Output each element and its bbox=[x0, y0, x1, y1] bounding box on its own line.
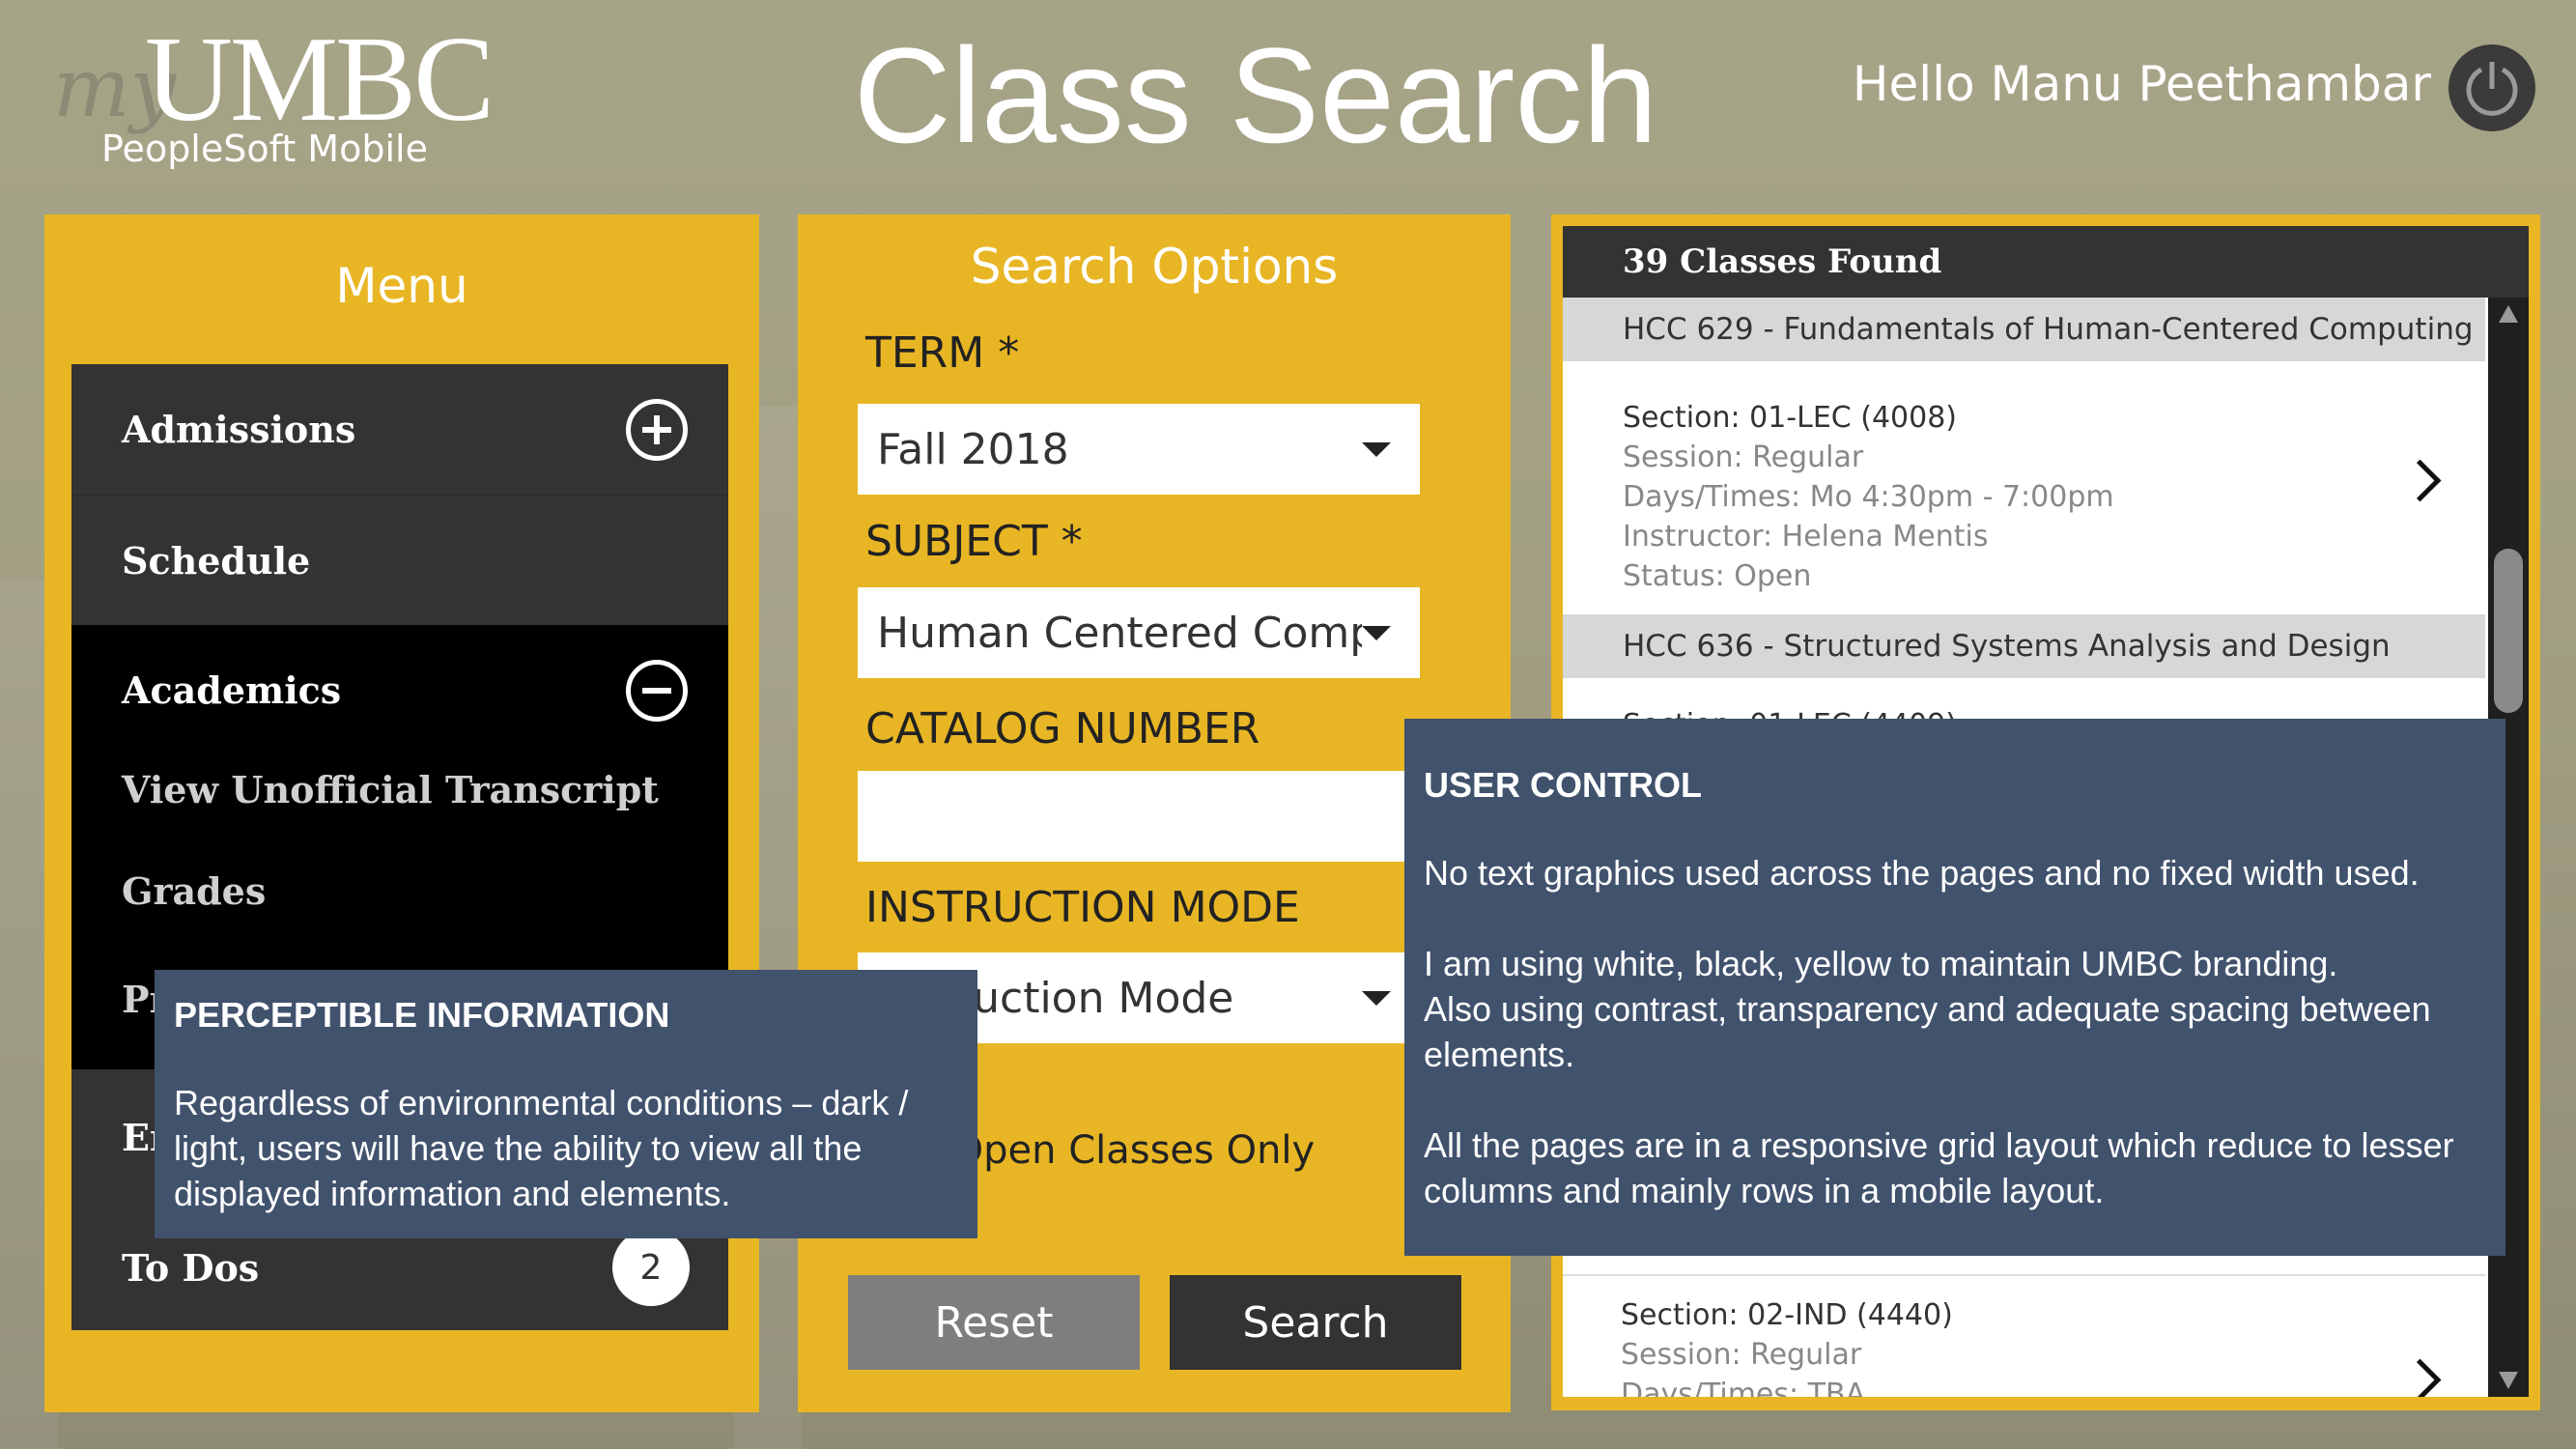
plus-circle-icon[interactable] bbox=[626, 398, 688, 461]
caret-down-icon bbox=[1362, 990, 1391, 1006]
term-select[interactable]: Fall 2018 bbox=[858, 404, 1420, 495]
chevron-right-icon bbox=[2398, 459, 2442, 502]
scroll-up-icon[interactable] bbox=[2499, 305, 2518, 323]
menu-item-label: Academics bbox=[122, 668, 342, 712]
section-title: Section: 01-LEC (4008) bbox=[1623, 401, 1958, 435]
chevron-right-icon bbox=[2398, 1358, 2442, 1397]
menu-item-label: Admissions bbox=[122, 408, 356, 451]
menu-subitem-transcript[interactable]: View Unofficial Transcript bbox=[71, 736, 728, 842]
note-paragraph: I am using white, black, yellow to maint… bbox=[1424, 944, 2338, 983]
term-select-value: Fall 2018 bbox=[877, 424, 1069, 474]
section-instructor: Instructor: Helena Mentis bbox=[1623, 520, 1989, 554]
section-session: Session: Regular bbox=[1623, 440, 1864, 474]
subject-select[interactable]: Human Centered Comp.. bbox=[858, 587, 1420, 678]
menu-item-label: To Dos bbox=[122, 1245, 260, 1290]
note-body: Regardless of environmental conditions –… bbox=[174, 1083, 909, 1213]
minus-circle-icon[interactable] bbox=[626, 659, 688, 722]
section-details: Section: 02-IND (4440) Session: Regular … bbox=[1621, 1295, 1953, 1397]
note-title: PERCEPTIBLE INFORMATION bbox=[174, 995, 670, 1035]
note-paragraph: Also using contrast, transparency and ad… bbox=[1424, 989, 2431, 1074]
subject-label: SUBJECT * bbox=[865, 517, 1083, 566]
menu-item-schedule[interactable]: Schedule bbox=[71, 495, 728, 625]
perceptible-information-note: PERCEPTIBLE INFORMATION Regardless of en… bbox=[155, 970, 977, 1238]
section-row[interactable]: Section: 01-LEC (4008) Session: Regular … bbox=[1563, 361, 2485, 605]
catalog-number-input[interactable] bbox=[858, 771, 1420, 862]
section-details: Section: 01-LEC (4008) Session: Regular … bbox=[1623, 398, 2114, 596]
search-options-title: Search Options bbox=[970, 239, 1339, 295]
menu-item-label: Schedule bbox=[122, 538, 311, 582]
note-title: USER CONTROL bbox=[1424, 765, 1702, 805]
user-control-note: USER CONTROL No text graphics used acros… bbox=[1404, 719, 2505, 1256]
caret-down-icon bbox=[1362, 441, 1391, 457]
caret-down-icon bbox=[1362, 625, 1391, 640]
logout-button[interactable] bbox=[2449, 44, 2535, 131]
todos-count-badge: 2 bbox=[612, 1229, 690, 1306]
search-button[interactable]: Search bbox=[1170, 1275, 1461, 1370]
menu-subitem-grades[interactable]: Grades bbox=[71, 842, 728, 939]
user-greeting: Hello Manu Peethambar bbox=[1852, 56, 2431, 112]
course-header: HCC 629 - Fundamentals of Human-Centered… bbox=[1563, 298, 2485, 361]
note-paragraph: All the pages are in a responsive grid l… bbox=[1424, 1125, 2454, 1210]
menu-item-admissions[interactable]: Admissions bbox=[71, 364, 728, 495]
term-label: TERM * bbox=[865, 328, 1020, 378]
subject-select-value: Human Centered Comp.. bbox=[877, 608, 1362, 658]
menu-subitem-label: Grades bbox=[122, 868, 267, 913]
reset-button[interactable]: Reset bbox=[848, 1275, 1140, 1370]
scrollbar-thumb[interactable] bbox=[2494, 549, 2523, 713]
section-days-times: Days/Times: Mo 4:30pm - 7:00pm bbox=[1623, 480, 2114, 514]
scroll-down-icon[interactable] bbox=[2499, 1372, 2518, 1389]
course-header: HCC 636 - Structured Systems Analysis an… bbox=[1563, 614, 2485, 678]
power-icon bbox=[2466, 62, 2518, 116]
section-title: Section: 02-IND (4440) bbox=[1621, 1298, 1953, 1332]
section-days-times: Days/Times: TBA bbox=[1621, 1378, 1866, 1397]
note-paragraph: No text graphics used across the pages a… bbox=[1424, 853, 2420, 893]
menu-subitem-label: View Unofficial Transcript bbox=[122, 767, 659, 811]
instruction-mode-label: INSTRUCTION MODE bbox=[865, 883, 1300, 932]
results-count: 39 Classes Found bbox=[1563, 226, 2529, 298]
catalog-number-label: CATALOG NUMBER bbox=[865, 704, 1260, 753]
section-row[interactable]: Section: 02-IND (4440) Session: Regular … bbox=[1563, 1274, 2485, 1397]
section-session: Session: Regular bbox=[1621, 1338, 1862, 1372]
section-status: Status: Open bbox=[1623, 559, 1812, 593]
menu-title: Menu bbox=[335, 258, 468, 314]
